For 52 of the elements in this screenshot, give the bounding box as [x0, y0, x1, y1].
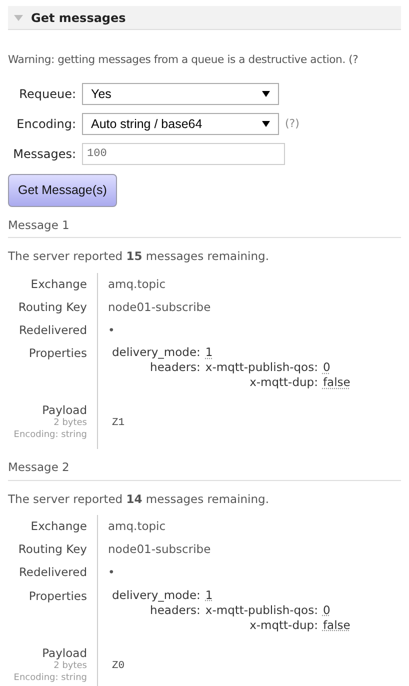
remaining-count-text: The server reported 14 messages remaining. [7, 490, 270, 508]
property-value: 0 [322, 602, 330, 617]
field-value: amq.topic [108, 518, 166, 533]
requeue-select[interactable]: Yes [82, 83, 279, 106]
get-messages-button[interactable]: Get Message(s) [8, 174, 117, 208]
field-label: Routing Key [18, 300, 87, 314]
message-heading: Message 1 [8, 217, 401, 238]
remaining-count-text: The server reported 15 messages remaining. [7, 248, 270, 266]
payload-value: Z0 [112, 660, 125, 672]
message-heading: Message 2 [8, 459, 401, 481]
property-key: delivery_mode: [112, 345, 206, 360]
field-label: Redelivered [18, 565, 87, 580]
field-label: Exchange [30, 518, 87, 533]
payload-size: 2 bytes [54, 417, 87, 430]
property-value: 0 [322, 360, 330, 374]
field-label: Exchange [30, 276, 87, 291]
property-value: 1 [205, 345, 213, 360]
dropdown-caret-icon [262, 121, 270, 128]
payload-size: 2 bytes [54, 660, 87, 672]
field-label: Requeue: [18, 86, 76, 104]
help-link[interactable]: (?) [285, 116, 300, 132]
payload-encoding: Encoding: string [14, 429, 87, 442]
property-value: false [322, 618, 350, 632]
field-value: amq.topic [108, 276, 166, 291]
property-value: false [322, 375, 350, 390]
field-label: Redelivered [18, 323, 87, 338]
property-key: x-mqtt-publish-qos: [205, 602, 323, 618]
property-key: x-mqtt-publish-qos: [205, 360, 323, 376]
field-label: Payload [42, 646, 87, 660]
field-label: Payload [42, 403, 87, 418]
field-label: Routing Key [18, 542, 87, 556]
property-key: headers: [112, 360, 206, 390]
messages-input[interactable]: 100 [82, 143, 285, 166]
encoding-select[interactable]: Auto string / base64 [82, 113, 279, 136]
field-label: Properties [28, 588, 87, 603]
dropdown-caret-icon [262, 91, 270, 98]
property-key: x-mqtt-dup: [205, 618, 323, 633]
field-label: Encoding: [16, 116, 76, 134]
field-value: node01-subscribe [108, 300, 211, 314]
property-key: headers: [112, 602, 206, 633]
field-value: node01-subscribe [108, 542, 211, 556]
property-key: x-mqtt-dup: [205, 375, 323, 390]
property-key: delivery_mode: [112, 588, 206, 603]
field-label: Messages: [12, 146, 76, 164]
field-value: • [108, 565, 115, 580]
property-value: 1 [205, 588, 213, 602]
field-value: • [108, 323, 115, 338]
payload-value: Z1 [112, 417, 125, 430]
field-label: Properties [28, 346, 87, 360]
warning-text: Warning: getting messages from a queue is a destructive action. (? [7, 52, 360, 68]
payload-encoding: Encoding: string [14, 672, 87, 684]
section-header[interactable]: Get messages [8, 6, 401, 30]
